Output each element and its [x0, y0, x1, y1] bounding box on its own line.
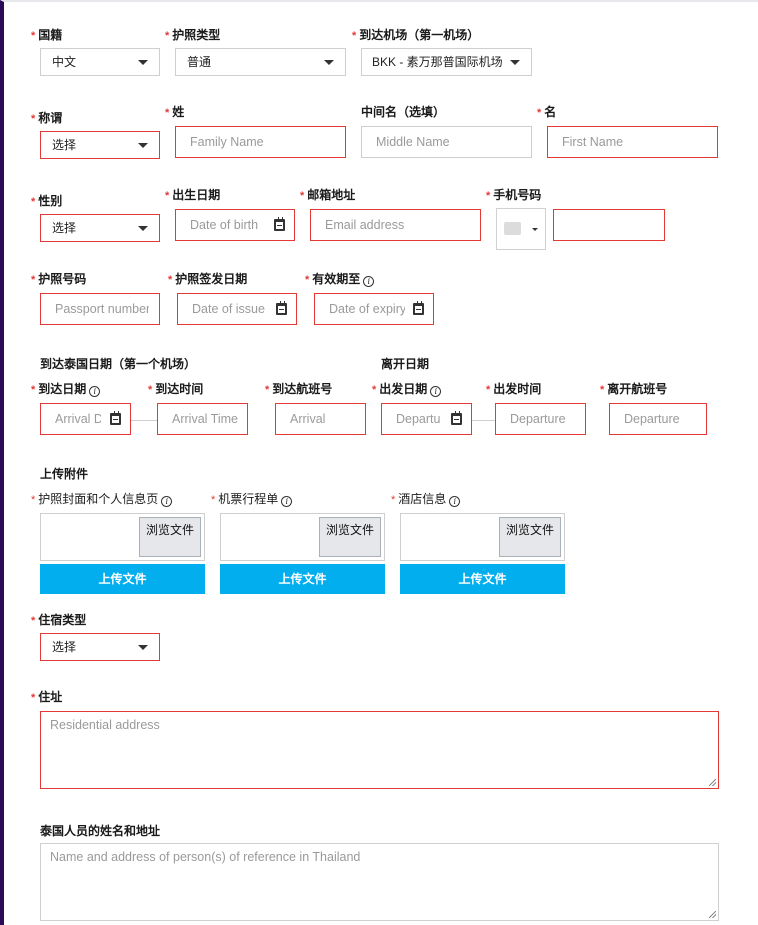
passport-number-label: * 护照号码 — [31, 272, 87, 286]
accommodation-type-select[interactable]: 选择 — [40, 633, 160, 661]
chevron-down-icon — [138, 645, 148, 650]
arrival-flight-input[interactable]: Arrival — [275, 403, 366, 435]
phone-label: * 手机号码 — [486, 188, 542, 202]
accommodation-type-label: * 住宿类型 — [31, 613, 87, 627]
departure-time-input[interactable]: Departure — [495, 403, 586, 435]
email-label: * 邮箱地址 — [300, 188, 356, 202]
address-label: * 住址 — [31, 690, 63, 704]
passport-page-label: * 护照封面和个人信息页 i — [31, 492, 173, 507]
info-icon[interactable]: i — [449, 496, 461, 507]
passport-page-upload-button[interactable]: 上传文件 — [40, 564, 205, 594]
calendar-icon[interactable] — [276, 301, 287, 315]
middle-name-input[interactable]: Middle Name — [361, 126, 532, 158]
middle-name-label: 中间名（选填） — [361, 105, 446, 119]
resize-handle[interactable] — [709, 779, 716, 786]
issue-date-input[interactable]: Date of issue — [177, 293, 297, 325]
browse-file-button[interactable]: 浏览文件 — [139, 517, 201, 557]
arrival-airport-select[interactable]: BKK - 素万那普国际机场 — [361, 48, 532, 76]
arrival-time-label: * 到达时间 — [148, 382, 204, 396]
title-select[interactable]: 选择 — [40, 131, 160, 159]
passport-number-input[interactable]: Passport number — [40, 293, 160, 325]
info-icon[interactable]: i — [161, 496, 173, 507]
calendar-icon[interactable] — [274, 217, 285, 231]
info-icon[interactable]: i — [281, 496, 293, 507]
departure-date-input[interactable]: Departure — [381, 403, 472, 435]
arrival-date-input[interactable]: Arrival Date — [40, 403, 131, 435]
browse-file-button[interactable]: 浏览文件 — [319, 517, 381, 557]
flag-icon — [504, 222, 521, 235]
attachments-section-title: 上传附件 — [40, 467, 89, 481]
departure-flight-input[interactable]: Departure — [609, 403, 707, 435]
departure-date-label: * 出发日期 i — [372, 382, 442, 397]
email-input[interactable]: Email address — [310, 209, 481, 241]
browse-file-button[interactable]: 浏览文件 — [499, 517, 561, 557]
calendar-icon[interactable] — [451, 411, 462, 425]
chevron-down-icon — [510, 60, 520, 65]
chevron-down-icon — [138, 60, 148, 65]
date-time-connector — [131, 420, 157, 421]
family-name-label: * 姓 — [165, 105, 185, 119]
flight-itinerary-upload-button[interactable]: 上传文件 — [220, 564, 385, 594]
dob-input[interactable]: Date of birth — [175, 209, 295, 241]
nationality-label: * 国籍 — [31, 28, 63, 42]
first-name-input[interactable]: First Name — [547, 126, 718, 158]
expiry-date-label: * 有效期至 i — [305, 272, 375, 287]
arrival-date-label: * 到达日期 i — [31, 382, 101, 397]
flight-itinerary-label: * 机票行程单 i — [211, 492, 293, 507]
reference-label: 泰国人员的姓名和地址 — [40, 824, 161, 838]
dob-label: * 出生日期 — [165, 188, 221, 202]
nationality-select[interactable]: 中文 — [40, 48, 160, 76]
address-textarea[interactable]: Residential address — [40, 711, 719, 789]
arrival-time-input[interactable]: Arrival Time — [157, 403, 248, 435]
info-icon[interactable]: i — [430, 386, 442, 397]
gender-label: * 性别 — [31, 194, 63, 208]
reference-textarea[interactable]: Name and address of person(s) of referen… — [40, 843, 719, 921]
hotel-info-label: * 酒店信息 i — [391, 492, 461, 507]
info-icon[interactable]: i — [89, 386, 101, 397]
departure-flight-label: * 离开航班号 — [600, 382, 668, 396]
passport-type-label: * 护照类型 — [165, 28, 221, 42]
phone-input[interactable] — [553, 209, 665, 241]
calendar-icon[interactable] — [110, 411, 121, 425]
hotel-info-upload-button[interactable]: 上传文件 — [400, 564, 565, 594]
expiry-date-input[interactable]: Date of expiry — [314, 293, 434, 325]
gender-select[interactable]: 选择 — [40, 214, 160, 242]
arrival-section-title: 到达泰国日期（第一个机场） — [40, 357, 197, 371]
chevron-down-icon — [324, 60, 334, 65]
arrival-airport-label: * 到达机场（第一机场） — [352, 28, 480, 42]
passport-page-file-input[interactable]: 浏览文件 — [40, 513, 205, 561]
country-code-select[interactable] — [496, 208, 546, 250]
chevron-down-icon — [138, 226, 148, 231]
first-name-label: * 名 — [537, 105, 557, 119]
flight-itinerary-file-input[interactable]: 浏览文件 — [220, 513, 385, 561]
issue-date-label: * 护照签发日期 — [168, 272, 248, 286]
hotel-info-file-input[interactable]: 浏览文件 — [400, 513, 565, 561]
info-icon[interactable]: i — [363, 276, 375, 287]
date-time-connector — [472, 420, 495, 421]
chevron-down-icon — [532, 228, 538, 231]
resize-handle[interactable] — [709, 911, 716, 918]
title-label: * 称谓 — [31, 111, 63, 125]
calendar-icon[interactable] — [413, 301, 424, 315]
family-name-input[interactable]: Family Name — [175, 126, 346, 158]
departure-time-label: * 出发时间 — [486, 382, 542, 396]
chevron-down-icon — [138, 143, 148, 148]
departure-section-title: 离开日期 — [381, 357, 430, 371]
form-page: * 国籍 中文 * 护照类型 普通 * 到达机场（第一机场） BKK - 素万那普国际… — [0, 0, 758, 925]
passport-type-select[interactable]: 普通 — [175, 48, 346, 76]
arrival-flight-label: * 到达航班号 — [265, 382, 333, 396]
